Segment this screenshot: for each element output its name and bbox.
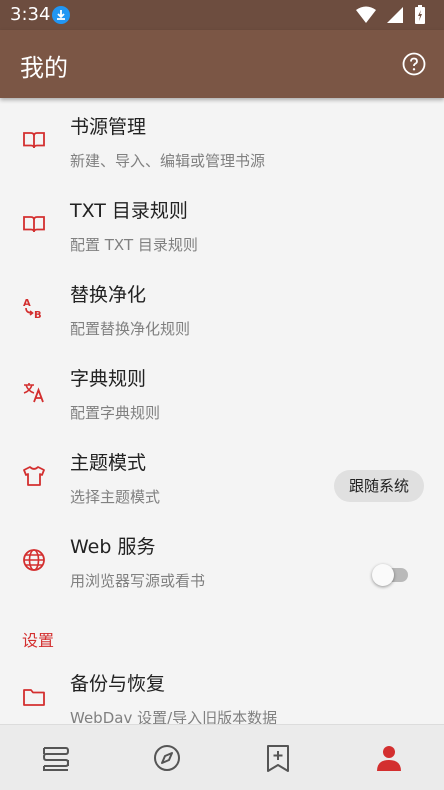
book-open-icon [23, 132, 45, 149]
web-service-switch[interactable] [372, 562, 412, 586]
item-title: TXT 目录规则 [70, 200, 188, 222]
book-open-icon [23, 216, 45, 233]
app-bar: 我的 [0, 30, 444, 98]
item-title: 书源管理 [70, 116, 147, 138]
status-time: 3:34 [10, 4, 51, 25]
switch-thumb [372, 564, 394, 586]
replace-ab-icon: A B [23, 298, 42, 320]
globe-icon [23, 549, 45, 571]
item-subtitle: 新建、导入、编辑或管理书源 [70, 152, 266, 170]
svg-text:B: B [34, 310, 42, 320]
item-subtitle: 用浏览器写源或看书 [70, 572, 206, 590]
item-title: 字典规则 [70, 368, 147, 390]
list-item-theme-mode[interactable]: 主题模式 选择主题模式 跟随系统 [0, 434, 444, 518]
list-item-web-service[interactable]: Web 服务 用浏览器写源或看书 [0, 518, 444, 602]
wifi-icon [356, 6, 376, 23]
bottom-navigation [0, 724, 444, 790]
item-subtitle: 配置字典规则 [70, 404, 161, 422]
item-title: 替换净化 [70, 284, 147, 306]
settings-list: 书源管理 新建、导入、编辑或管理书源 TXT 目录规则 配置 TXT 目录规则 … [0, 98, 444, 724]
status-icons [356, 5, 426, 25]
bookshelf-icon[interactable] [41, 743, 71, 773]
item-subtitle: 配置替换净化规则 [70, 320, 191, 338]
status-bar: 3:34 [0, 0, 444, 30]
item-subtitle: 配置 TXT 目录规则 [70, 236, 198, 254]
list-item-book-source[interactable]: 书源管理 新建、导入、编辑或管理书源 [0, 98, 444, 182]
bookmark-add-icon[interactable] [263, 743, 293, 773]
list-item-dict-rules[interactable]: 字典规则 配置字典规则 [0, 350, 444, 434]
item-title: Web 服务 [70, 536, 156, 558]
theme-mode-chip[interactable]: 跟随系统 [333, 470, 424, 502]
translate-icon [23, 383, 44, 403]
person-icon[interactable] [374, 743, 404, 773]
folder-icon [23, 689, 45, 706]
battery-icon [415, 5, 425, 24]
item-subtitle: WebDav 设置/导入旧版本数据 [70, 709, 278, 724]
item-title: 主题模式 [70, 452, 147, 474]
list-item-backup-restore[interactable]: 备份与恢复 WebDav 设置/导入旧版本数据 [0, 655, 444, 724]
signal-icon [387, 7, 403, 23]
item-subtitle: 选择主题模式 [70, 488, 161, 506]
help-icon[interactable] [402, 52, 426, 76]
compass-icon[interactable] [152, 743, 182, 773]
list-item-replace-rules[interactable]: A B 替换净化 配置替换净化规则 [0, 266, 444, 350]
download-icon [52, 6, 70, 24]
section-header-settings: 设置 [22, 631, 55, 650]
item-title: 备份与恢复 [70, 673, 166, 695]
tshirt-icon [23, 466, 45, 486]
svg-text:A: A [23, 298, 31, 309]
list-item-txt-toc-rules[interactable]: TXT 目录规则 配置 TXT 目录规则 [0, 182, 444, 266]
page-title: 我的 [20, 54, 68, 82]
